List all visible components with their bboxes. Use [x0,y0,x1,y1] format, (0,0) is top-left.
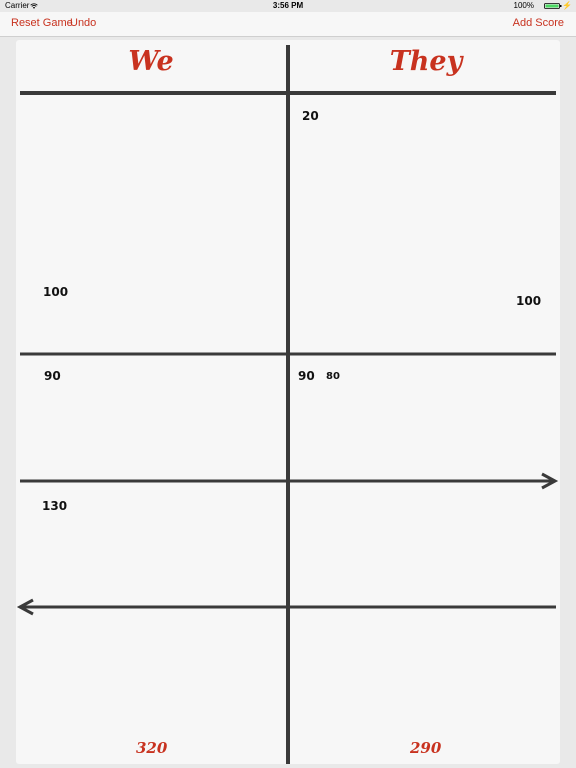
battery-icon [544,3,562,9]
charging-icon: ⚡ [562,1,572,10]
we-total-score: 320 [136,739,168,757]
add-score-button[interactable]: Add Score [513,17,564,29]
score-grid [16,45,559,764]
we-score-entry: 130 [42,499,68,513]
battery-percent: 100% [513,1,534,10]
score-pad[interactable]: We They 100 90 130 20 100 90 80 320 290 [16,40,560,764]
they-score-entry: 90 [298,369,315,383]
they-score-entry: 100 [516,294,542,308]
they-score-entry: 20 [302,109,319,123]
we-score-entry: 100 [43,285,69,299]
navigation-bar: Reset Game Undo Add Score [0,12,576,37]
we-column-header: We [128,46,174,77]
undo-button[interactable]: Undo [70,17,96,29]
they-column-header: They [389,46,463,77]
they-score-entry: 80 [326,371,340,382]
reset-game-button[interactable]: Reset Game [11,17,73,29]
status-bar: Carrier 3:56 PM 100% ⚡ [0,0,576,12]
they-total-score: 290 [410,739,442,757]
we-score-entry: 90 [44,369,61,383]
status-time: 3:56 PM [272,1,304,10]
